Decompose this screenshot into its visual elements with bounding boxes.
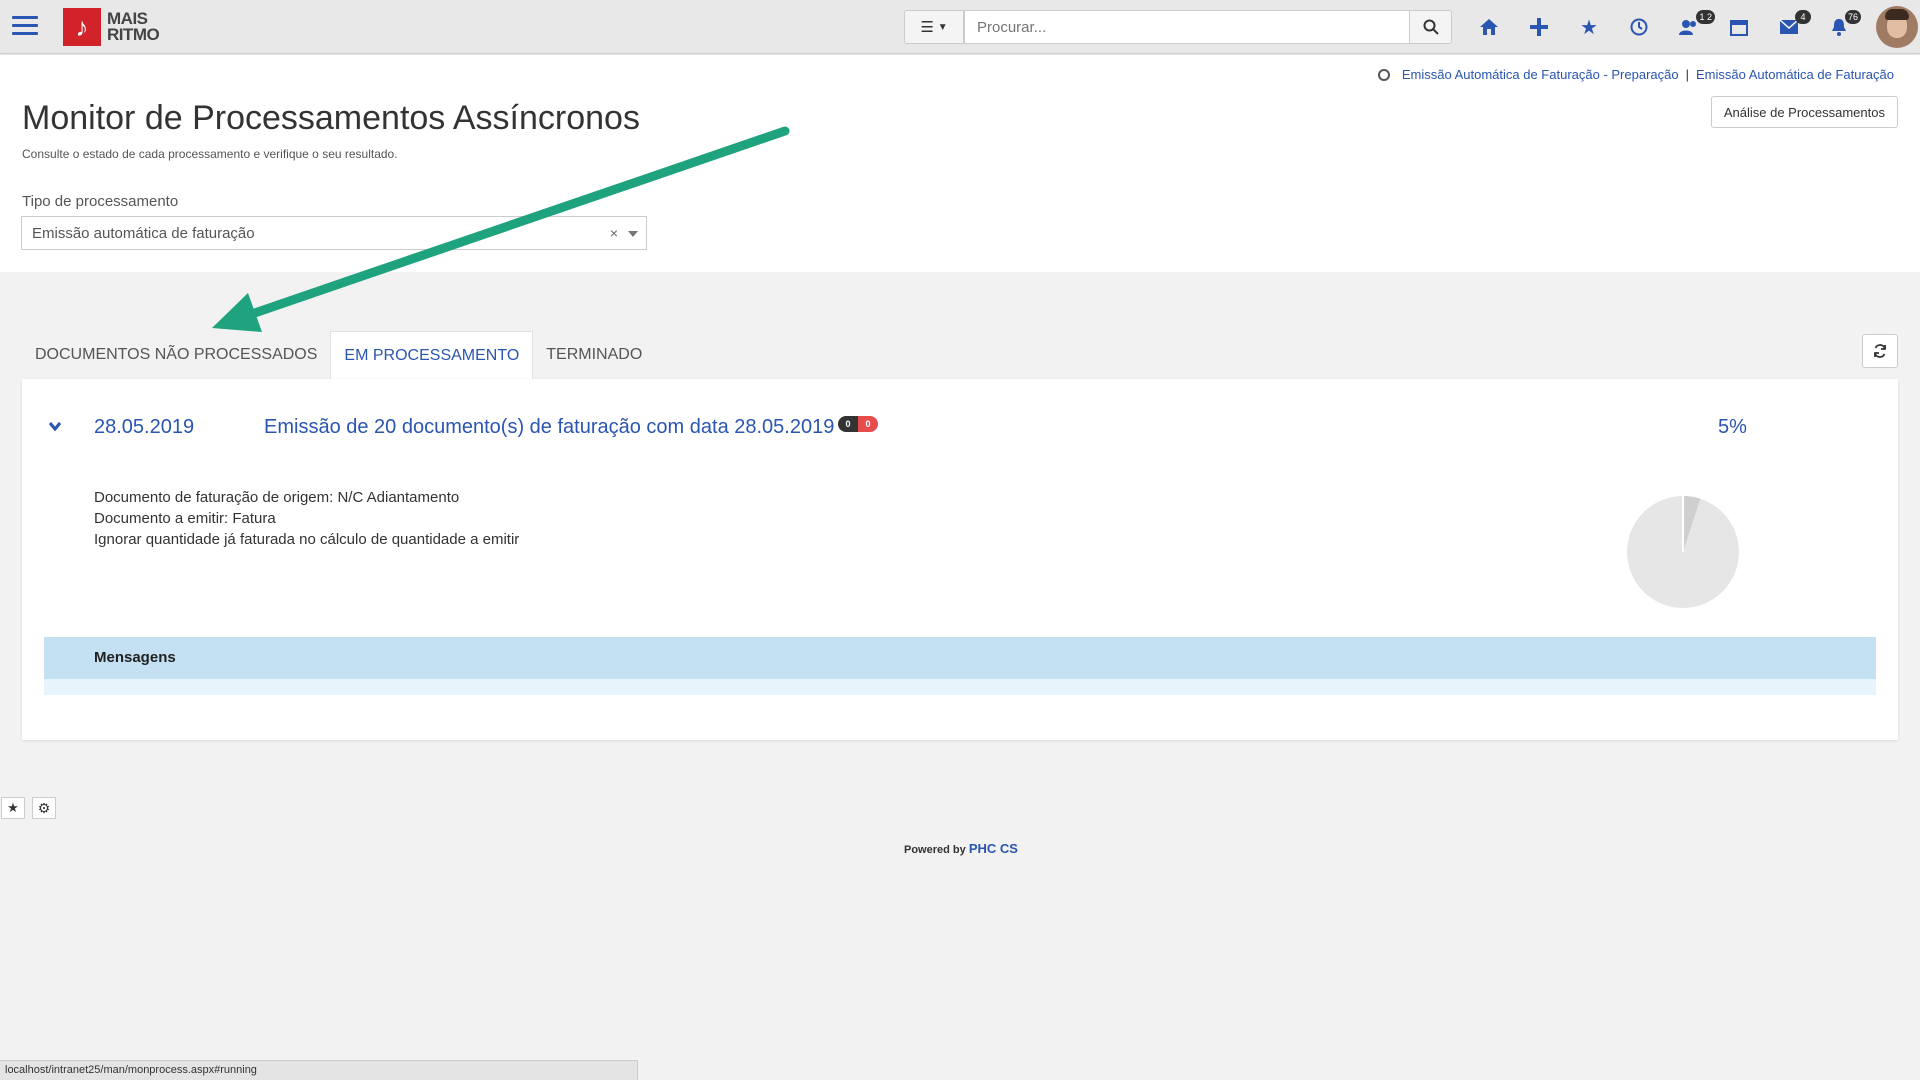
- logo-text: MAIS RITMO: [107, 9, 160, 44]
- tab-not-processed[interactable]: DOCUMENTOS NÃO PROCESSADOS: [22, 331, 330, 379]
- star-icon: ★: [7, 800, 19, 815]
- messages-body: [44, 679, 1876, 695]
- history-clock-icon: [1377, 68, 1390, 81]
- logo-mark-icon: ♪: [63, 8, 101, 46]
- favorites-star-icon[interactable]: ★: [1575, 14, 1603, 40]
- process-date: 28.05.2019: [94, 416, 195, 438]
- mail-badge: 4: [1795, 10, 1811, 24]
- settings-button[interactable]: ⚙: [32, 797, 56, 819]
- breadcrumb-item-preparation[interactable]: Emissão Automática de Faturação - Prepar…: [1402, 67, 1679, 82]
- status-badge: 0 0: [838, 416, 878, 432]
- add-icon[interactable]: [1525, 14, 1553, 40]
- clear-icon[interactable]: ×: [610, 225, 618, 241]
- menu-icon[interactable]: [12, 16, 38, 38]
- bell-icon[interactable]: 76: [1825, 10, 1861, 40]
- detail-line: Ignorar quantidade já faturada no cálcul…: [94, 531, 520, 548]
- gear-icon: ⚙: [37, 799, 51, 816]
- breadcrumb-separator: |: [1685, 67, 1689, 82]
- notifications-badge: 76: [1844, 10, 1861, 24]
- users-icon[interactable]: 1 2: [1675, 10, 1715, 40]
- favorite-star-button[interactable]: ★: [1, 797, 25, 819]
- clock-icon[interactable]: [1625, 14, 1653, 40]
- search-button[interactable]: [1410, 10, 1452, 44]
- caret-down-icon: ▼: [937, 21, 948, 33]
- process-details: Documento de faturação de origem: N/C Ad…: [94, 487, 519, 550]
- search-icon: [1423, 19, 1439, 35]
- analysis-button[interactable]: Análise de Processamentos: [1710, 96, 1898, 128]
- list-icon: ☰: [920, 19, 934, 36]
- users-badge: 1 2: [1696, 10, 1715, 24]
- messages-header[interactable]: Mensagens: [44, 637, 1876, 679]
- tab-finished[interactable]: TERMINADO: [533, 331, 655, 379]
- status-badge-count-right: 0: [858, 416, 878, 432]
- top-bar: ♪ MAIS RITMO ☰ ▼ ★ 1 2 4 76: [0, 0, 1920, 54]
- process-title[interactable]: Emissão de 20 documento(s) de faturação …: [264, 416, 834, 439]
- breadcrumb: Emissão Automática de Faturação - Prepar…: [1377, 67, 1894, 82]
- chevron-down-icon[interactable]: [48, 419, 62, 433]
- detail-line: Documento de faturação de origem: N/C Ad…: [94, 489, 460, 506]
- process-type-label: Tipo de processamento: [22, 193, 179, 210]
- calendar-icon[interactable]: [1725, 14, 1753, 40]
- process-type-select[interactable]: Emissão automática de faturação ×: [21, 216, 647, 250]
- tab-processing[interactable]: EM PROCESSAMENTO: [330, 331, 534, 379]
- status-badge-count-left: 0: [838, 416, 858, 432]
- search-input[interactable]: [964, 10, 1410, 44]
- processing-panel: 28.05.2019 Emissão de 20 documento(s) de…: [22, 379, 1898, 740]
- refresh-icon: [1874, 344, 1886, 358]
- avatar[interactable]: [1876, 6, 1918, 48]
- mail-icon[interactable]: 4: [1775, 10, 1811, 40]
- brand-link[interactable]: PHC CS: [969, 841, 1018, 856]
- page-subtitle: Consulte o estado de cada processamento …: [22, 147, 398, 161]
- status-bar-url: localhost/intranet25/man/monprocess.aspx…: [0, 1060, 638, 1080]
- powered-by: Powered by PHC CS: [904, 841, 1018, 856]
- progress-pie: [1627, 496, 1739, 608]
- process-type-value: Emissão automática de faturação: [32, 224, 255, 242]
- home-icon[interactable]: [1475, 14, 1503, 40]
- caret-down-icon[interactable]: [628, 231, 638, 237]
- tabs: DOCUMENTOS NÃO PROCESSADOS EM PROCESSAME…: [22, 331, 655, 379]
- list-view-button[interactable]: ☰ ▼: [904, 10, 964, 44]
- page-title: Monitor de Processamentos Assíncronos: [22, 99, 640, 137]
- refresh-button[interactable]: [1862, 334, 1898, 368]
- breadcrumb-item-emission[interactable]: Emissão Automática de Faturação: [1696, 67, 1894, 82]
- page-header: Emissão Automática de Faturação - Prepar…: [0, 55, 1920, 272]
- process-percent: 5%: [1718, 416, 1747, 438]
- logo[interactable]: ♪ MAIS RITMO: [63, 8, 160, 46]
- detail-line: Documento a emitir: Fatura: [94, 510, 276, 527]
